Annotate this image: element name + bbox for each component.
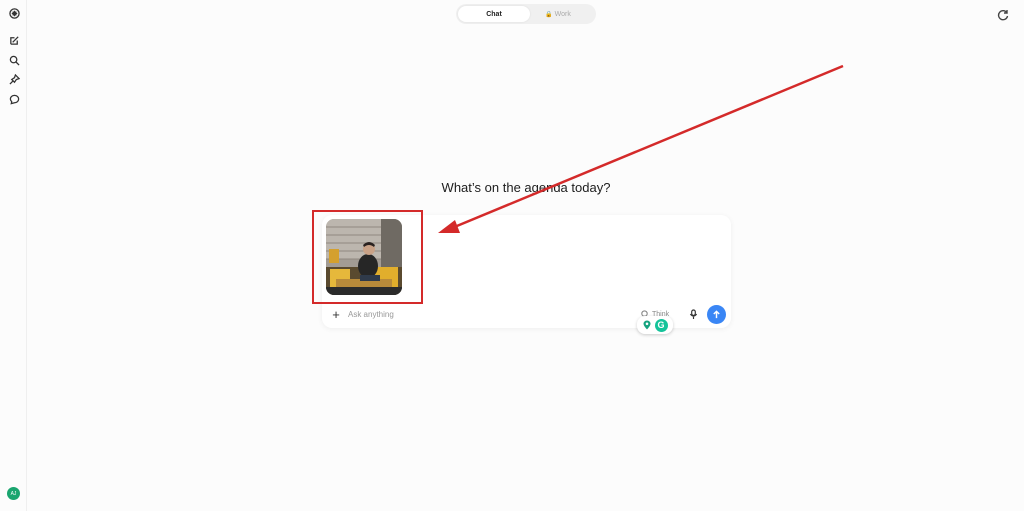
search-icon[interactable] (7, 53, 21, 67)
new-chat-icon[interactable] (7, 33, 21, 47)
tab-work[interactable]: 🔒 Work (522, 6, 594, 22)
arrow-up-icon (713, 310, 720, 319)
avatar[interactable]: AJ (7, 487, 20, 500)
microphone-icon (689, 308, 697, 319)
lock-icon: 🔒 (545, 11, 553, 18)
location-pin-icon (643, 320, 650, 330)
send-button[interactable] (707, 305, 726, 324)
pin-icon[interactable] (7, 72, 21, 86)
page-title: What’s on the agenda today? (441, 180, 611, 195)
microphone-button[interactable] (687, 307, 699, 321)
logo-icon[interactable] (7, 6, 21, 20)
tab-work-label: Work (554, 10, 571, 18)
extension-badge[interactable]: G (637, 316, 673, 334)
grammarly-icon: G (654, 318, 668, 332)
sidebar: AJ (0, 0, 27, 511)
image-attachment[interactable] (326, 219, 402, 295)
refresh-icon[interactable] (997, 8, 1009, 21)
mode-toggle: Chat 🔒 Work (456, 4, 596, 24)
prompt-input[interactable] (348, 308, 628, 321)
tab-chat[interactable]: Chat (458, 6, 530, 22)
chat-bubble-icon[interactable] (7, 92, 21, 106)
add-attachment-button[interactable]: + (330, 307, 342, 322)
